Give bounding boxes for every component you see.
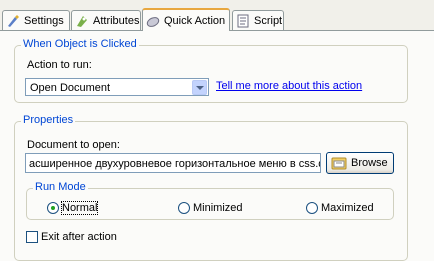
exit-after-label[interactable]: Exit after action [41,231,117,243]
tab-settings[interactable]: Settings [2,10,70,30]
run-mode-normal-label[interactable]: Normal [60,201,99,215]
run-mode-maximized-label[interactable]: Maximized [321,202,374,214]
document-path-value: асширенное двухуровневое горизонтальное … [29,158,321,170]
action-select[interactable]: Open Document [25,78,209,96]
tab-script[interactable]: Script [232,10,284,30]
tab-attributes-label: Attributes [93,14,140,27]
action-to-run-label: Action to run: [27,59,92,71]
run-mode-title: Run Mode [33,181,88,193]
quick-action-panel: When Object is Clicked Action to run: Op… [0,30,434,261]
action-select-value: Open Document [30,82,111,94]
run-mode-maximized-radio[interactable] [306,202,318,214]
document-to-open-label: Document to open: [27,139,120,151]
quick-action-icon [146,14,160,28]
settings-icon [6,14,20,28]
script-icon [236,14,250,28]
attributes-icon [75,14,89,28]
tab-strip: Settings Attributes Quick Action Script [0,0,434,31]
run-mode-minimized-label[interactable]: Minimized [193,202,243,214]
browse-label: Browse [351,157,388,169]
tab-quick-action-label: Quick Action [164,14,226,27]
exit-after-checkbox[interactable] [26,231,38,243]
run-mode-minimized-radio[interactable] [178,202,190,214]
properties-title: Properties [21,114,76,126]
tab-script-label: Script [254,14,283,27]
when-clicked-title: When Object is Clicked [21,38,139,50]
folder-icon [331,156,347,170]
tab-settings-label: Settings [24,14,64,27]
browse-button[interactable]: Browse [326,152,394,174]
run-mode-normal-radio[interactable] [47,202,59,214]
document-path-input[interactable]: асширенное двухуровневое горизонтальное … [25,153,321,173]
help-link[interactable]: Tell me more about this action [216,80,362,92]
tab-attributes[interactable]: Attributes [71,10,141,30]
chevron-down-icon[interactable] [192,80,207,95]
tab-quick-action[interactable]: Quick Action [142,8,230,31]
